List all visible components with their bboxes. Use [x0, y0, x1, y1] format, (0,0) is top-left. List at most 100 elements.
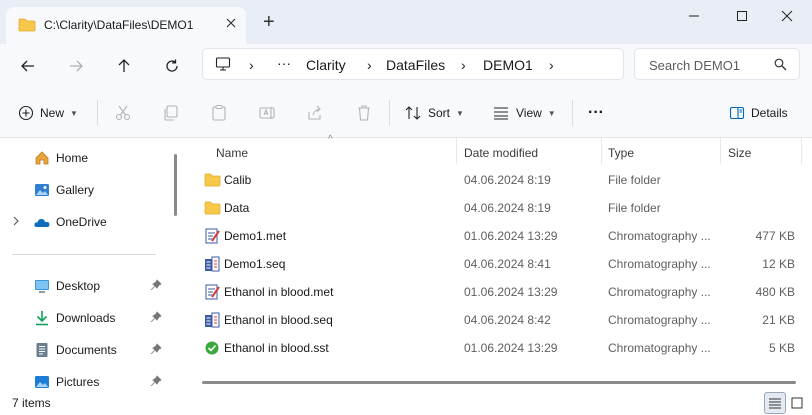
- rename-icon: [259, 107, 275, 119]
- chevron-right-icon[interactable]: ›: [249, 57, 254, 73]
- file-list: ^ Name Date modified Type Size Calib 04.…: [186, 134, 812, 391]
- close-tab-icon[interactable]: [226, 16, 236, 32]
- more-options-button[interactable]: ···: [588, 101, 604, 125]
- gallery-icon: [34, 182, 50, 198]
- table-row[interactable]: Demo1.met 01.06.2024 13:29 Chromatograph…: [186, 222, 812, 250]
- file-type: File folder: [608, 201, 661, 215]
- file-name: Demo1.seq: [224, 257, 286, 271]
- column-divider[interactable]: [801, 138, 802, 164]
- sidebar-item-label: Home: [56, 151, 89, 165]
- share-button[interactable]: [306, 101, 324, 125]
- sidebar-item-home[interactable]: Home: [0, 146, 170, 170]
- file-size: 480 KB: [755, 285, 795, 299]
- file-size: 12 KB: [762, 257, 795, 271]
- chevron-right-icon[interactable]: [12, 215, 20, 230]
- table-row[interactable]: Ethanol in blood.sst 01.06.2024 13:29 Ch…: [186, 334, 812, 362]
- tiles-view-icon: [791, 397, 803, 409]
- view-list-icon: [494, 107, 508, 120]
- computer-icon[interactable]: [215, 56, 231, 75]
- share-icon: [308, 105, 321, 120]
- horizontal-scrollbar[interactable]: [202, 381, 796, 384]
- sidebar-item-documents[interactable]: Documents: [0, 338, 170, 362]
- arrow-up-icon: [118, 59, 130, 72]
- sidebar-item-label: OneDrive: [56, 215, 107, 229]
- details-view-button[interactable]: [764, 392, 786, 414]
- refresh-button[interactable]: [158, 53, 186, 79]
- maximize-button[interactable]: [727, 6, 757, 26]
- sequence-file-icon: [204, 312, 220, 328]
- navigation-pane: Home Gallery OneDrive Desktop Downloads: [0, 138, 184, 391]
- plus-circle-icon: [18, 105, 34, 121]
- file-size: 5 KB: [768, 341, 795, 355]
- item-count: 7 items: [12, 396, 51, 410]
- chevron-right-icon[interactable]: ›: [549, 57, 554, 73]
- sidebar-item-label: Documents: [56, 343, 117, 357]
- active-tab[interactable]: C:\Clarity\DataFiles\DEMO1: [6, 7, 246, 44]
- up-button[interactable]: [110, 53, 138, 79]
- documents-icon: [34, 342, 50, 358]
- delete-button[interactable]: [355, 101, 373, 125]
- address-bar[interactable]: › ··· Clarity › DataFiles › DEMO1 ›: [202, 48, 624, 80]
- new-button[interactable]: New ▼: [18, 101, 78, 125]
- breadcrumb-overflow[interactable]: ···: [277, 55, 291, 71]
- sidebar-item-label: Desktop: [56, 279, 101, 293]
- column-divider[interactable]: [720, 138, 721, 164]
- details-button-label: Details: [751, 106, 788, 120]
- back-button[interactable]: [14, 53, 42, 79]
- close-window-button[interactable]: [772, 6, 802, 26]
- table-row[interactable]: Ethanol in blood.seq 04.06.2024 8:42 Chr…: [186, 306, 812, 334]
- toolbar-divider: [572, 100, 573, 126]
- search-input[interactable]: Search DEMO1: [649, 58, 740, 73]
- pin-icon[interactable]: [150, 311, 162, 326]
- sidebar-item-onedrive[interactable]: OneDrive: [0, 210, 170, 234]
- chevron-right-icon[interactable]: ›: [367, 57, 372, 73]
- column-header-name[interactable]: Name: [216, 142, 248, 164]
- column-divider[interactable]: [601, 138, 602, 164]
- column-header-type[interactable]: Type: [608, 142, 634, 164]
- chevron-down-icon: ▼: [70, 108, 78, 118]
- trash-icon: [358, 105, 370, 121]
- sidebar-item-desktop[interactable]: Desktop: [0, 274, 170, 298]
- pin-icon[interactable]: [150, 279, 162, 294]
- tiles-view-button[interactable]: [786, 392, 808, 414]
- navigation-scrollbar[interactable]: [174, 154, 177, 216]
- arrow-right-icon: [70, 60, 83, 72]
- breadcrumb-datafiles[interactable]: DataFiles: [386, 57, 445, 73]
- forward-button[interactable]: [62, 53, 90, 79]
- sort-button[interactable]: Sort ▼: [404, 101, 464, 125]
- new-tab-button[interactable]: +: [263, 12, 275, 32]
- sidebar-item-label: Downloads: [56, 311, 116, 325]
- column-divider[interactable]: [456, 138, 457, 164]
- table-row[interactable]: Ethanol in blood.met 01.06.2024 13:29 Ch…: [186, 278, 812, 306]
- file-name: Data: [224, 201, 250, 215]
- chevron-right-icon[interactable]: ›: [461, 57, 466, 73]
- file-date: 04.06.2024 8:41: [464, 257, 551, 271]
- search-icon[interactable]: [774, 58, 787, 74]
- pin-icon[interactable]: [150, 375, 162, 390]
- view-button[interactable]: View ▼: [492, 101, 556, 125]
- table-row[interactable]: Demo1.seq 04.06.2024 8:41 Chromatography…: [186, 250, 812, 278]
- sidebar-item-downloads[interactable]: Downloads: [0, 306, 170, 330]
- column-header-size[interactable]: Size: [728, 142, 751, 164]
- file-name: Ethanol in blood.met: [224, 285, 334, 299]
- pin-icon[interactable]: [150, 343, 162, 358]
- file-name: Ethanol in blood.sst: [224, 341, 329, 355]
- rename-button[interactable]: [258, 101, 276, 125]
- toolbar-divider: [97, 100, 98, 126]
- minimize-button[interactable]: [679, 6, 709, 26]
- sequence-file-icon: [204, 256, 220, 272]
- cut-button[interactable]: [114, 101, 132, 125]
- sidebar-item-gallery[interactable]: Gallery: [0, 178, 170, 202]
- details-button[interactable]: Details: [729, 101, 788, 125]
- copy-button[interactable]: [162, 101, 180, 125]
- table-row[interactable]: Data 04.06.2024 8:19 File folder: [186, 194, 812, 222]
- column-header-date[interactable]: Date modified: [464, 142, 538, 164]
- file-type: Chromatography ...: [608, 341, 711, 355]
- chevron-down-icon: ▼: [547, 108, 556, 118]
- breadcrumb-demo1[interactable]: DEMO1: [483, 57, 533, 73]
- search-box[interactable]: Search DEMO1: [634, 48, 800, 80]
- breadcrumb-clarity[interactable]: Clarity: [306, 57, 346, 73]
- table-row[interactable]: Calib 04.06.2024 8:19 File folder: [186, 166, 812, 194]
- new-button-label: New: [40, 106, 65, 120]
- paste-button[interactable]: [210, 101, 228, 125]
